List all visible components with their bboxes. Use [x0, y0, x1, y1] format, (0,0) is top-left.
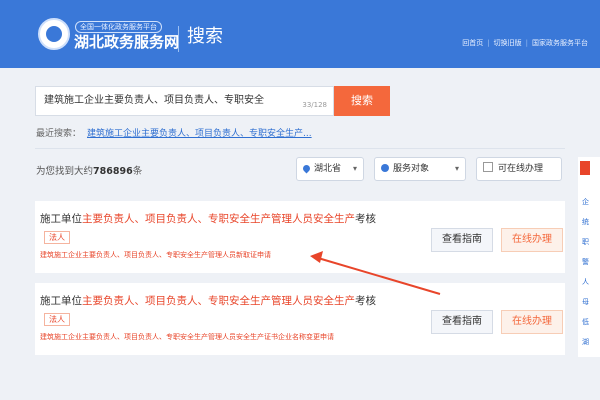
search-char-count: 33/128	[302, 101, 327, 109]
service-target-label: 服务对象	[393, 164, 430, 174]
header-divider	[178, 26, 179, 52]
side-panel-item[interactable]: 人	[582, 277, 589, 287]
search-box: 33/128	[35, 86, 334, 116]
side-panel-item[interactable]: 企	[582, 197, 589, 207]
platform-subtitle: 全国一体化政务服务平台	[75, 21, 162, 33]
region-filter-label: 湖北省	[314, 164, 342, 174]
chevron-down-icon: ▾	[454, 164, 459, 173]
service-target-filter[interactable]: 服务对象 ▾	[374, 157, 466, 181]
location-pin-icon	[301, 163, 312, 174]
result-card: 施工单位主要负责人、项目负责人、专职安全生产管理人员安全生产考核 法人 建筑施工…	[35, 283, 565, 355]
logo-icon[interactable]	[38, 18, 70, 50]
platform-name[interactable]: 湖北政务服务网	[74, 33, 179, 51]
panel-header-mark	[580, 161, 590, 175]
online-filter-label: 可在线办理	[498, 164, 544, 174]
result-subitem-link[interactable]: 建筑施工企业主要负责人、项目负责人、专职安全生产管理人员新取证申请	[40, 250, 271, 260]
recent-searches: 最近搜索： 建筑施工企业主要负责人、项目负责人、专职安全生产...	[36, 126, 312, 139]
page-title: 搜索	[187, 26, 223, 47]
side-panel-item[interactable]: 低	[582, 317, 589, 327]
side-panel-item[interactable]: 统	[582, 217, 589, 227]
online-checkbox[interactable]	[483, 162, 493, 172]
search-button[interactable]: 搜索	[334, 86, 390, 116]
result-count-suffix: 条	[132, 166, 143, 177]
result-count: 为您找到大约786896条	[36, 163, 142, 177]
home-link[interactable]: 回首页	[462, 39, 483, 47]
apply-online-button[interactable]: 在线办理	[501, 228, 563, 252]
header-bar: 全国一体化政务服务平台 湖北政务服务网 搜索 回首页 | 切换旧版 | 国家政务服务平台	[0, 0, 600, 68]
chevron-down-icon: ▾	[352, 164, 357, 173]
national-platform-link[interactable]: 国家政务服务平台	[532, 39, 588, 47]
person-icon	[381, 164, 389, 172]
side-panel-item[interactable]: 职	[582, 237, 589, 247]
recent-label: 最近搜索：	[36, 129, 82, 139]
result-card: 施工单位主要负责人、项目负责人、专职安全生产管理人员安全生产考核 法人 建筑施工…	[35, 201, 565, 273]
result-subitem-link[interactable]: 建筑施工企业主要负责人、项目负责人、专职安全生产管理人员安全生产证书企业名称变更…	[40, 332, 334, 342]
side-panel-item[interactable]: 母	[582, 297, 589, 307]
result-title[interactable]: 施工单位主要负责人、项目负责人、专职安全生产管理人员安全生产考核	[40, 293, 376, 308]
view-guide-button[interactable]: 查看指南	[431, 310, 493, 334]
result-count-number: 786896	[93, 166, 133, 177]
top-links: 回首页 | 切换旧版 | 国家政务服务平台	[462, 39, 588, 47]
result-count-prefix: 为您找到大约	[36, 166, 94, 177]
online-filter[interactable]: 可在线办理	[476, 157, 562, 181]
side-panel-item[interactable]: 警	[582, 257, 589, 267]
search-input[interactable]	[44, 93, 294, 104]
side-panel-item[interactable]: 湖	[582, 337, 589, 347]
region-filter[interactable]: 湖北省 ▾	[296, 157, 364, 181]
result-tag: 法人	[44, 313, 70, 326]
old-version-link[interactable]: 切换旧版	[494, 39, 522, 47]
result-title[interactable]: 施工单位主要负责人、项目负责人、专职安全生产管理人员安全生产考核	[40, 211, 376, 226]
view-guide-button[interactable]: 查看指南	[431, 228, 493, 252]
result-tag: 法人	[44, 231, 70, 244]
divider	[35, 148, 565, 149]
right-side-panel: 企 统 职 警 人 母 低 湖	[578, 157, 600, 357]
apply-online-button[interactable]: 在线办理	[501, 310, 563, 334]
recent-search-link[interactable]: 建筑施工企业主要负责人、项目负责人、专职安全生产...	[87, 129, 312, 139]
